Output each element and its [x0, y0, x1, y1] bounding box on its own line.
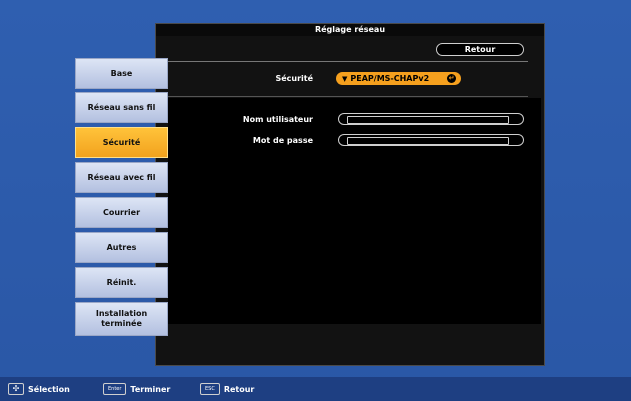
- hint-select: ✣ Sélection: [8, 383, 70, 395]
- username-input[interactable]: [338, 113, 524, 125]
- password-label: Mot de passe: [252, 136, 313, 145]
- hint-enter: Enter Terminer: [103, 383, 170, 395]
- footer-help-bar: ✣ Sélection Enter Terminer ESC Retour: [0, 377, 631, 401]
- sidebar-item-mail[interactable]: Courrier: [75, 197, 168, 228]
- network-settings-panel: Réglage réseau Retour Sécurité ▼ PEAP/MS-…: [155, 23, 545, 366]
- hint-esc: ESC Retour: [200, 383, 254, 395]
- password-input-box: [347, 137, 509, 145]
- screen: Réglage réseau Retour Sécurité ▼ PEAP/MS-…: [0, 0, 631, 401]
- hint-select-label: Sélection: [28, 384, 70, 394]
- sidebar-item-wired[interactable]: Réseau avec fil: [75, 162, 168, 193]
- sidebar-item-wireless[interactable]: Réseau sans fil: [75, 92, 168, 123]
- sidebar-item-setup-complete[interactable]: Installation terminée: [75, 302, 168, 336]
- divider: [168, 96, 528, 97]
- esc-key-icon: ESC: [200, 383, 220, 395]
- sidebar-item-security[interactable]: Sécurité: [75, 127, 168, 158]
- back-button[interactable]: Retour: [436, 43, 524, 56]
- security-label: Sécurité: [275, 74, 313, 83]
- enter-icon: ↵: [447, 74, 456, 83]
- sidebar-item-reset[interactable]: Réinit.: [75, 267, 168, 298]
- username-label: Nom utilisateur: [242, 115, 313, 124]
- security-select[interactable]: ▼ PEAP/MS-CHAPv2 ↵: [336, 72, 461, 85]
- directional-pad-icon: ✣: [8, 383, 24, 395]
- sidebar-item-base[interactable]: Base: [75, 58, 168, 89]
- panel-title: Réglage réseau: [156, 24, 544, 36]
- password-input[interactable]: [338, 134, 524, 146]
- hint-enter-label: Terminer: [130, 384, 171, 394]
- username-input-box: [347, 116, 509, 124]
- security-select-value: PEAP/MS-CHAPv2: [350, 74, 430, 83]
- enter-key-icon: Enter: [103, 383, 127, 395]
- dropdown-arrow-icon: ▼: [342, 75, 348, 83]
- sidebar-item-others[interactable]: Autres: [75, 232, 168, 263]
- content-area: [168, 98, 541, 324]
- divider: [168, 61, 528, 62]
- hint-esc-label: Retour: [223, 384, 255, 394]
